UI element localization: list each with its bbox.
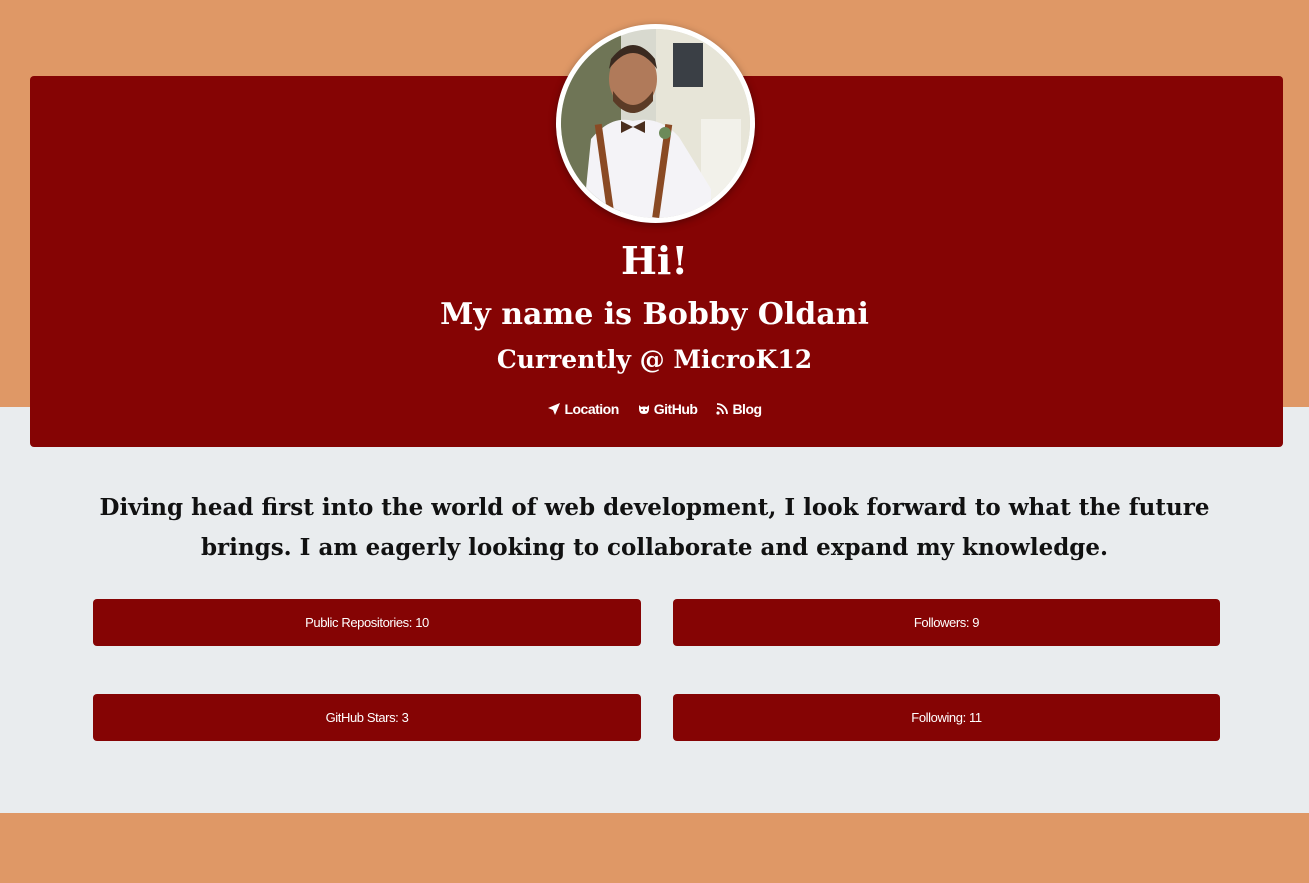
rss-icon — [716, 403, 729, 415]
profile-photo — [561, 29, 750, 218]
location-link[interactable]: Location — [547, 401, 619, 417]
name-heading: My name is Bobby Oldani — [440, 297, 869, 332]
profile-links: Location GitHub Blog — [0, 401, 1309, 417]
github-link-label: GitHub — [653, 401, 698, 417]
followers-stat[interactable]: Followers: 9 — [673, 599, 1220, 646]
following-stat[interactable]: Following: 11 — [673, 694, 1220, 741]
github-stars-stat[interactable]: GitHub Stars: 3 — [93, 694, 641, 741]
avatar — [556, 24, 755, 223]
company-heading: Currently @ MicroK12 — [496, 345, 813, 374]
blog-link[interactable]: Blog — [715, 401, 762, 417]
bio-text: Diving head first into the world of web … — [60, 488, 1249, 568]
github-link[interactable]: GitHub — [637, 401, 698, 417]
bio-line-2: brings. I am eagerly looking to collabor… — [200, 534, 1109, 561]
public-repos-stat[interactable]: Public Repositories: 10 — [93, 599, 641, 646]
location-arrow-icon — [548, 403, 561, 415]
blog-link-label: Blog — [732, 401, 762, 417]
greeting-heading: Hi! — [620, 238, 689, 283]
bio-line-1: Diving head first into the world of web … — [99, 494, 1210, 521]
bottom-accent-band — [0, 813, 1309, 883]
github-icon — [638, 405, 649, 414]
location-link-label: Location — [564, 401, 619, 417]
